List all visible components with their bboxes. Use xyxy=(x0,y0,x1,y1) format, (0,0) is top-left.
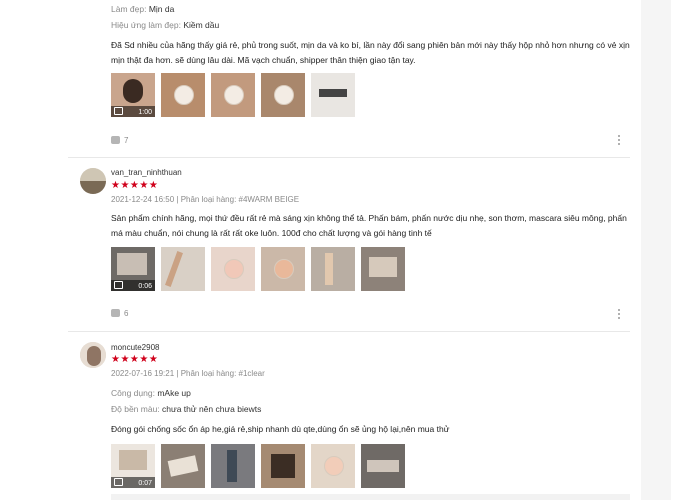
image-thumbnail[interactable] xyxy=(361,444,405,488)
media-gallery: 0:06 xyxy=(111,247,411,291)
video-thumbnail[interactable]: 0:07 xyxy=(111,444,155,488)
image-thumbnail[interactable] xyxy=(261,73,305,117)
image-thumbnail[interactable] xyxy=(161,444,205,488)
star-rating: ★★★★★ xyxy=(111,180,159,191)
like-row[interactable]: 6 xyxy=(111,309,128,318)
more-options-icon[interactable] xyxy=(618,309,621,321)
image-thumbnail[interactable] xyxy=(211,247,255,291)
image-thumbnail[interactable] xyxy=(361,247,405,291)
scroll-footer xyxy=(111,494,630,500)
like-row[interactable]: 7 xyxy=(111,136,128,145)
review-content: Đóng gói chống sốc ổn áp he,giá rẻ,ship … xyxy=(111,424,450,434)
attribute-row: Hiệu ứng làm đẹp: Kiềm dầu xyxy=(111,20,220,30)
image-thumbnail[interactable] xyxy=(161,247,205,291)
divider xyxy=(68,331,630,332)
thumbs-up-icon[interactable] xyxy=(111,136,120,144)
username[interactable]: van_tran_ninhthuan xyxy=(111,168,182,177)
avatar[interactable] xyxy=(80,342,106,368)
review-content: Sản phẩm chính hãng, mọi thứ đều rất rẻ … xyxy=(111,213,627,238)
review-content: Đã Sd nhiều của hãng thấy giá rẻ, phủ tr… xyxy=(111,40,630,65)
image-thumbnail[interactable] xyxy=(261,444,305,488)
attribute-row: Làm đẹp: Mịn da xyxy=(111,4,175,14)
attribute-row: Công dụng: mAke up xyxy=(111,388,191,398)
video-duration: 0:07 xyxy=(138,480,152,487)
video-thumbnail[interactable]: 0:06 xyxy=(111,247,155,291)
media-gallery: 1:00 xyxy=(111,73,361,117)
image-thumbnail[interactable] xyxy=(161,73,205,117)
review-meta: 2022-07-16 19:21 | Phân loại hàng: #1cle… xyxy=(111,369,265,378)
video-icon xyxy=(114,281,123,289)
image-thumbnail[interactable] xyxy=(211,444,255,488)
video-duration: 1:00 xyxy=(138,109,152,116)
image-thumbnail[interactable] xyxy=(261,247,305,291)
image-thumbnail[interactable] xyxy=(311,444,355,488)
video-icon xyxy=(114,478,123,486)
image-thumbnail[interactable] xyxy=(311,73,355,117)
video-thumbnail[interactable]: 1:00 xyxy=(111,73,155,117)
like-count: 7 xyxy=(124,136,129,145)
image-thumbnail[interactable] xyxy=(211,73,255,117)
media-gallery: 0:07 xyxy=(111,444,411,488)
star-rating: ★★★★★ xyxy=(111,354,159,365)
video-icon xyxy=(114,107,123,115)
reviews-panel: Làm đẹp: Mịn da Hiệu ứng làm đẹp: Kiềm d… xyxy=(68,0,630,500)
review-meta: 2021-12-24 16:50 | Phân loại hàng: #4WAR… xyxy=(111,195,300,204)
right-gutter xyxy=(641,0,671,500)
more-options-icon[interactable] xyxy=(618,135,621,147)
video-duration: 0:06 xyxy=(138,283,152,290)
username[interactable]: moncute2908 xyxy=(111,343,159,352)
divider xyxy=(68,157,630,158)
thumbs-up-icon[interactable] xyxy=(111,309,120,317)
like-count: 6 xyxy=(124,309,129,318)
image-thumbnail[interactable] xyxy=(311,247,355,291)
attribute-row: Độ bền màu: chưa thử nên chưa biewts xyxy=(111,404,262,414)
avatar[interactable] xyxy=(80,168,106,194)
